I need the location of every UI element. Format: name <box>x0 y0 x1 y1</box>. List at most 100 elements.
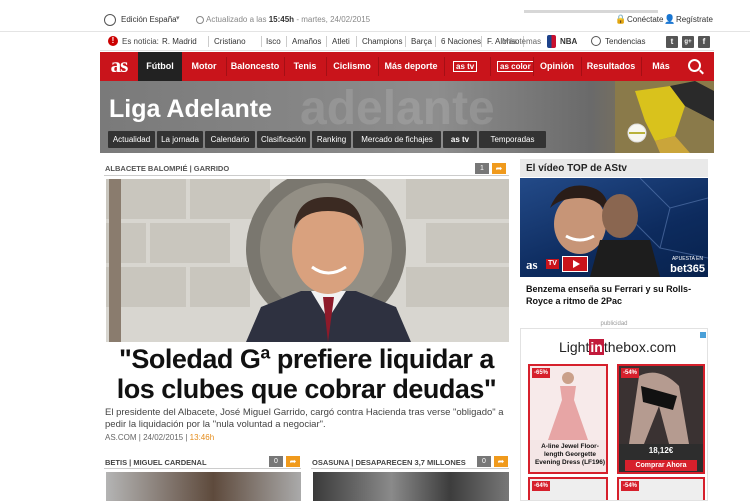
discount-badge: -65% <box>532 368 550 378</box>
share-icon[interactable]: ➦ <box>492 163 506 174</box>
video-as-logo: as <box>526 257 538 272</box>
last-updated: Actualizado a las 15:45h - martes, 24/02… <box>206 15 371 24</box>
subnav-temporadas[interactable]: Temporadas <box>479 131 546 148</box>
nav-item-resultados[interactable]: Resultados <box>581 52 641 81</box>
nav-item-ascolor[interactable]: as color <box>497 61 534 72</box>
ticker-separator <box>356 36 357 47</box>
sponsor-logo[interactable]: bet365 <box>647 263 705 275</box>
article-headline[interactable]: "Soledad Gª prefiere liquidar a los club… <box>104 344 509 404</box>
chevron-down-icon[interactable]: ▾ <box>176 14 180 22</box>
user-icon: 👤 <box>664 14 676 24</box>
video-player[interactable]: as TV APUESTA EN bet365 <box>520 178 708 277</box>
article-meta: AS.COM | 24/02/2015 | 13:46h <box>105 433 215 442</box>
ticker-item[interactable]: Isco <box>266 37 281 46</box>
subnav-astv[interactable]: as tv <box>443 131 477 148</box>
ad-product[interactable]: -54% 18,12€ Comprar Ahora <box>617 364 705 474</box>
share-icon[interactable]: ➦ <box>286 456 300 467</box>
news-ticker: ! Es noticia: R. Madrid Cristiano Isco A… <box>100 33 714 51</box>
google-plus-icon[interactable]: g+ <box>682 36 694 48</box>
article-kicker[interactable]: ALBACETE BALOMPIÉ | GARRIDO <box>105 164 229 173</box>
article-photo[interactable] <box>106 179 509 342</box>
sub-article-kicker[interactable]: OSASUNA | DESAPARECEN 3,7 MILLONES <box>312 458 466 467</box>
ticker-item[interactable]: 6 Naciones <box>441 37 481 46</box>
register-link[interactable]: Regístrate <box>676 15 713 24</box>
alert-icon: ! <box>108 36 118 46</box>
subnav-actualidad[interactable]: Actualidad <box>108 131 155 148</box>
article-source: AS.COM <box>105 433 137 442</box>
comment-count[interactable]: 1 <box>475 163 489 174</box>
ad-product[interactable]: -64% <box>528 477 608 500</box>
ad-product[interactable]: -54% <box>617 477 705 500</box>
play-icon[interactable] <box>562 256 588 272</box>
trends-icon <box>591 36 601 46</box>
subnav-fichajes[interactable]: Mercado de fichajes <box>353 131 441 148</box>
nav-divider <box>444 57 445 76</box>
nav-item-futbol[interactable]: Fútbol <box>138 52 182 81</box>
sub-article-thumbnail[interactable] <box>313 472 509 501</box>
ticker-item[interactable]: Champions <box>362 37 402 46</box>
discount-badge: -54% <box>621 481 639 491</box>
subnav-ranking[interactable]: Ranking <box>312 131 351 148</box>
nav-item-astv[interactable]: as tv <box>453 61 478 72</box>
nav-item-baloncesto[interactable]: Baloncesto <box>226 52 284 81</box>
trends-link[interactable]: Tendencias <box>605 37 645 46</box>
facebook-icon[interactable]: f <box>698 36 710 48</box>
ad-label: publicidad <box>600 321 628 327</box>
nav-item-mas-deporte[interactable]: Más deporte <box>378 52 444 81</box>
login-link[interactable]: Conéctate <box>627 15 663 24</box>
nba-logo-icon <box>547 35 556 48</box>
video-caption[interactable]: Benzema enseña su Ferrari y su Rolls-Roy… <box>526 283 708 307</box>
ticker-separator <box>261 36 262 47</box>
product-title: A-line Jewel Floor-length Georgette Even… <box>534 443 606 466</box>
ticker-item[interactable]: Atleti <box>332 37 350 46</box>
ad-product[interactable]: -65% A-line Jewel Floor-length Georgette… <box>528 364 608 474</box>
sub-article-kicker[interactable]: BETIS | MIGUEL CARDENAL <box>105 458 207 467</box>
top-bar: Edición España ▾ Actualizado a las 15:45… <box>0 10 750 32</box>
edition-selector[interactable]: Edición España <box>121 15 177 24</box>
ticker-item[interactable]: Barça <box>411 37 432 46</box>
top-strip <box>524 10 658 13</box>
nav-item-ciclismo[interactable]: Ciclismo <box>326 52 378 81</box>
article-photo-illustration <box>106 179 509 342</box>
nav-item-motor[interactable]: Motor <box>182 52 226 81</box>
comment-count[interactable]: 0 <box>477 456 491 467</box>
product-price: 18,12€ <box>648 446 674 455</box>
subnav-calendario[interactable]: Calendario <box>205 131 255 148</box>
article-time: 13:46h <box>189 433 215 442</box>
clock-icon <box>196 16 204 24</box>
search-icon[interactable] <box>688 59 701 72</box>
discount-badge: -64% <box>532 481 550 491</box>
nav-item-opinion[interactable]: Opinión <box>533 52 581 81</box>
main-nav: as Fútbol Motor Baloncesto Tenis Ciclism… <box>100 52 714 81</box>
ticker-item[interactable]: R. Madrid <box>162 37 197 46</box>
ticker-item[interactable]: Amaños <box>292 37 321 46</box>
section-title: Liga Adelante <box>109 95 272 123</box>
sub-article-thumbnail[interactable] <box>106 472 301 501</box>
twitter-icon[interactable]: t <box>666 36 678 48</box>
ticker-item[interactable]: Cristiano <box>214 37 246 46</box>
video-tv-badge: TV <box>546 259 559 269</box>
nba-link[interactable]: NBA <box>560 37 577 46</box>
share-icon[interactable]: ➦ <box>494 456 508 467</box>
article-header: ALBACETE BALOMPIÉ | GARRIDO 1 ➦ <box>104 162 509 176</box>
nav-item-tenis[interactable]: Tenis <box>284 52 326 81</box>
buy-now-button[interactable]: Comprar Ahora <box>625 460 697 471</box>
discount-badge: -54% <box>621 368 639 378</box>
adchoices-icon[interactable] <box>700 332 706 338</box>
ticker-separator <box>326 36 327 47</box>
ticker-separator <box>286 36 287 47</box>
advertisement[interactable]: Lightinthebox.com -65% A-line Jewel Floo… <box>520 328 708 501</box>
subnav-clasificacion[interactable]: Clasificación <box>257 131 310 148</box>
comment-count[interactable]: 0 <box>269 456 283 467</box>
article-date: 24/02/2015 <box>143 433 184 442</box>
as-logo[interactable]: as <box>100 52 138 81</box>
nav-divider <box>490 57 491 76</box>
ticker-separator <box>435 36 436 47</box>
globe-icon <box>104 14 116 26</box>
nav-item-mas[interactable]: Más <box>641 52 681 81</box>
banner-watermark: adelante <box>300 82 495 135</box>
ticker-separator <box>208 36 209 47</box>
subnav-jornada[interactable]: La jornada <box>157 131 203 148</box>
more-topics[interactable]: Más temas <box>502 37 541 46</box>
article-lede: El presidente del Albacete, José Miguel … <box>105 407 504 430</box>
